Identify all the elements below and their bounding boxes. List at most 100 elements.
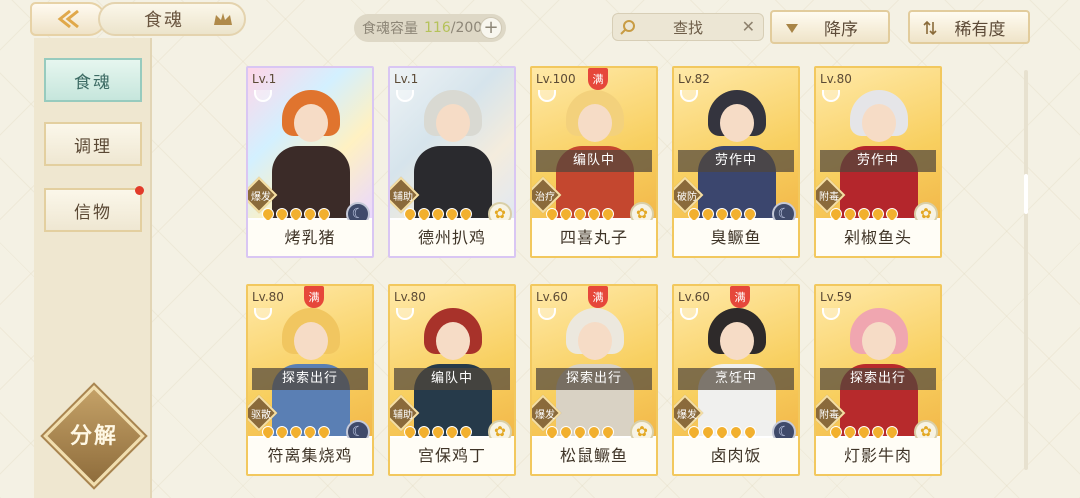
card-status: 劳作中	[678, 150, 794, 172]
sidebar-item-xinwu[interactable]: 信物	[44, 186, 144, 232]
food-soul-card[interactable]: Lv.59 探索出行 附毒 ✿ 灯影牛肉	[814, 284, 942, 476]
sidebar-item-shihun[interactable]: 食魂	[44, 58, 142, 102]
character-face	[862, 104, 896, 142]
card-level: Lv.59	[820, 290, 852, 304]
sort-by-label: 稀有度	[954, 19, 1006, 40]
character-portrait	[268, 86, 354, 218]
card-name: 剁椒鱼头	[816, 220, 940, 256]
card-name: 德州扒鸡	[390, 220, 514, 256]
star-rating	[259, 205, 333, 223]
character-face	[436, 104, 470, 142]
clear-search-button[interactable]: ✕	[742, 17, 755, 36]
star-rating	[401, 205, 475, 223]
card-level: Lv.80	[252, 290, 284, 304]
page-title: 食魂	[144, 10, 184, 31]
role-label: 附毒	[819, 192, 839, 203]
decompose-label: 分解	[69, 424, 118, 449]
magnifier-icon	[620, 20, 635, 35]
sidebar-item-label: 调理	[74, 136, 112, 157]
full-badge: 满	[588, 286, 608, 308]
star-rating	[259, 423, 333, 441]
card-name: 灯影牛肉	[816, 438, 940, 474]
card-status: 编队中	[536, 150, 652, 172]
capacity-indicator: 食魂容量 116 /200 +	[354, 14, 506, 42]
scrollbar-thumb[interactable]	[1024, 174, 1028, 214]
character-face	[720, 104, 754, 142]
role-label: 爆发	[677, 410, 697, 421]
star-rating	[685, 423, 759, 441]
page-title-tab: 食魂	[98, 2, 246, 36]
sort-order-label: 降序	[824, 19, 858, 40]
food-soul-card[interactable]: Lv.60 满 探索出行 爆发 ✿ 松鼠鳜鱼	[530, 284, 658, 476]
food-soul-card[interactable]: Lv.60 满 烹饪中 爆发 ☾ 卤肉饭	[672, 284, 800, 476]
character-portrait	[410, 86, 496, 218]
star-rating	[543, 423, 617, 441]
scrollbar[interactable]	[1024, 70, 1028, 470]
back-button[interactable]	[30, 2, 106, 36]
star-rating	[543, 205, 617, 223]
card-name: 卤肉饭	[674, 438, 798, 474]
card-name: 宫保鸡丁	[390, 438, 514, 474]
role-label: 破防	[677, 192, 697, 203]
triangle-down-icon	[786, 24, 798, 33]
role-label: 爆发	[251, 192, 271, 203]
card-status: 探索出行	[820, 368, 936, 390]
search-label: 查找	[672, 18, 703, 37]
role-label: 驱散	[251, 410, 271, 421]
top-bar: 食魂 食魂容量 116 /200 + 查找 ✕ 降序 稀有度	[0, 0, 1080, 52]
card-level: Lv.1	[394, 72, 419, 86]
food-soul-card[interactable]: Lv.80 满 探索出行 驱散 ☾ 符离集烧鸡	[246, 284, 374, 476]
card-name: 四喜丸子	[532, 220, 656, 256]
food-soul-card[interactable]: Lv.1 辅助 ✿ 德州扒鸡	[388, 66, 516, 258]
notification-dot	[135, 186, 144, 195]
star-rating	[827, 205, 901, 223]
full-badge: 满	[304, 286, 324, 308]
card-name: 臭鳜鱼	[674, 220, 798, 256]
search-input[interactable]: 查找 ✕	[612, 13, 764, 41]
food-soul-card[interactable]: Lv.80 编队中 辅助 ✿ 宫保鸡丁	[388, 284, 516, 476]
food-soul-card[interactable]: Lv.100 满 编队中 治疗 ✿ 四喜丸子	[530, 66, 658, 258]
card-status: 探索出行	[536, 368, 652, 390]
sort-by-button[interactable]: 稀有度	[908, 10, 1030, 44]
food-soul-card[interactable]: Lv.1 爆发 ☾ 烤乳猪	[246, 66, 374, 258]
capacity-current: 116	[424, 20, 451, 36]
card-name: 松鼠鳜鱼	[532, 438, 656, 474]
card-level: Lv.100	[536, 72, 576, 86]
sort-arrows-icon	[923, 20, 937, 36]
card-level: Lv.80	[820, 72, 852, 86]
role-label: 治疗	[535, 192, 555, 203]
role-label: 辅助	[393, 410, 413, 421]
card-name: 符离集烧鸡	[248, 438, 372, 474]
food-soul-card[interactable]: Lv.80 劳作中 附毒 ✿ 剁椒鱼头	[814, 66, 942, 258]
star-rating	[827, 423, 901, 441]
character-face	[294, 322, 328, 360]
card-level: Lv.60	[536, 290, 568, 304]
character-face	[720, 322, 754, 360]
sidebar-item-label: 食魂	[74, 72, 112, 93]
card-level: Lv.1	[252, 72, 277, 86]
star-rating	[685, 205, 759, 223]
capacity-label: 食魂容量	[362, 21, 418, 37]
card-level: Lv.80	[394, 290, 426, 304]
card-level: Lv.60	[678, 290, 710, 304]
card-name: 烤乳猪	[248, 220, 372, 256]
role-label: 辅助	[393, 192, 413, 203]
role-label: 爆发	[535, 410, 555, 421]
card-level: Lv.82	[678, 72, 710, 86]
character-face	[578, 104, 612, 142]
card-status: 烹饪中	[678, 368, 794, 390]
crown-icon[interactable]	[212, 10, 234, 28]
character-face	[578, 322, 612, 360]
character-face	[294, 104, 328, 142]
sidebar-item-tiaoli[interactable]: 调理	[44, 122, 142, 166]
star-rating	[401, 423, 475, 441]
food-soul-card[interactable]: Lv.82 劳作中 破防 ☾ 臭鳜鱼	[672, 66, 800, 258]
full-badge: 满	[730, 286, 750, 308]
sidebar-item-label: 信物	[74, 202, 112, 223]
character-face	[436, 322, 470, 360]
sort-order-button[interactable]: 降序	[770, 10, 890, 44]
character-face	[862, 322, 896, 360]
back-arrow-icon	[57, 9, 79, 29]
add-capacity-button[interactable]: +	[480, 17, 502, 39]
role-label: 附毒	[819, 410, 839, 421]
